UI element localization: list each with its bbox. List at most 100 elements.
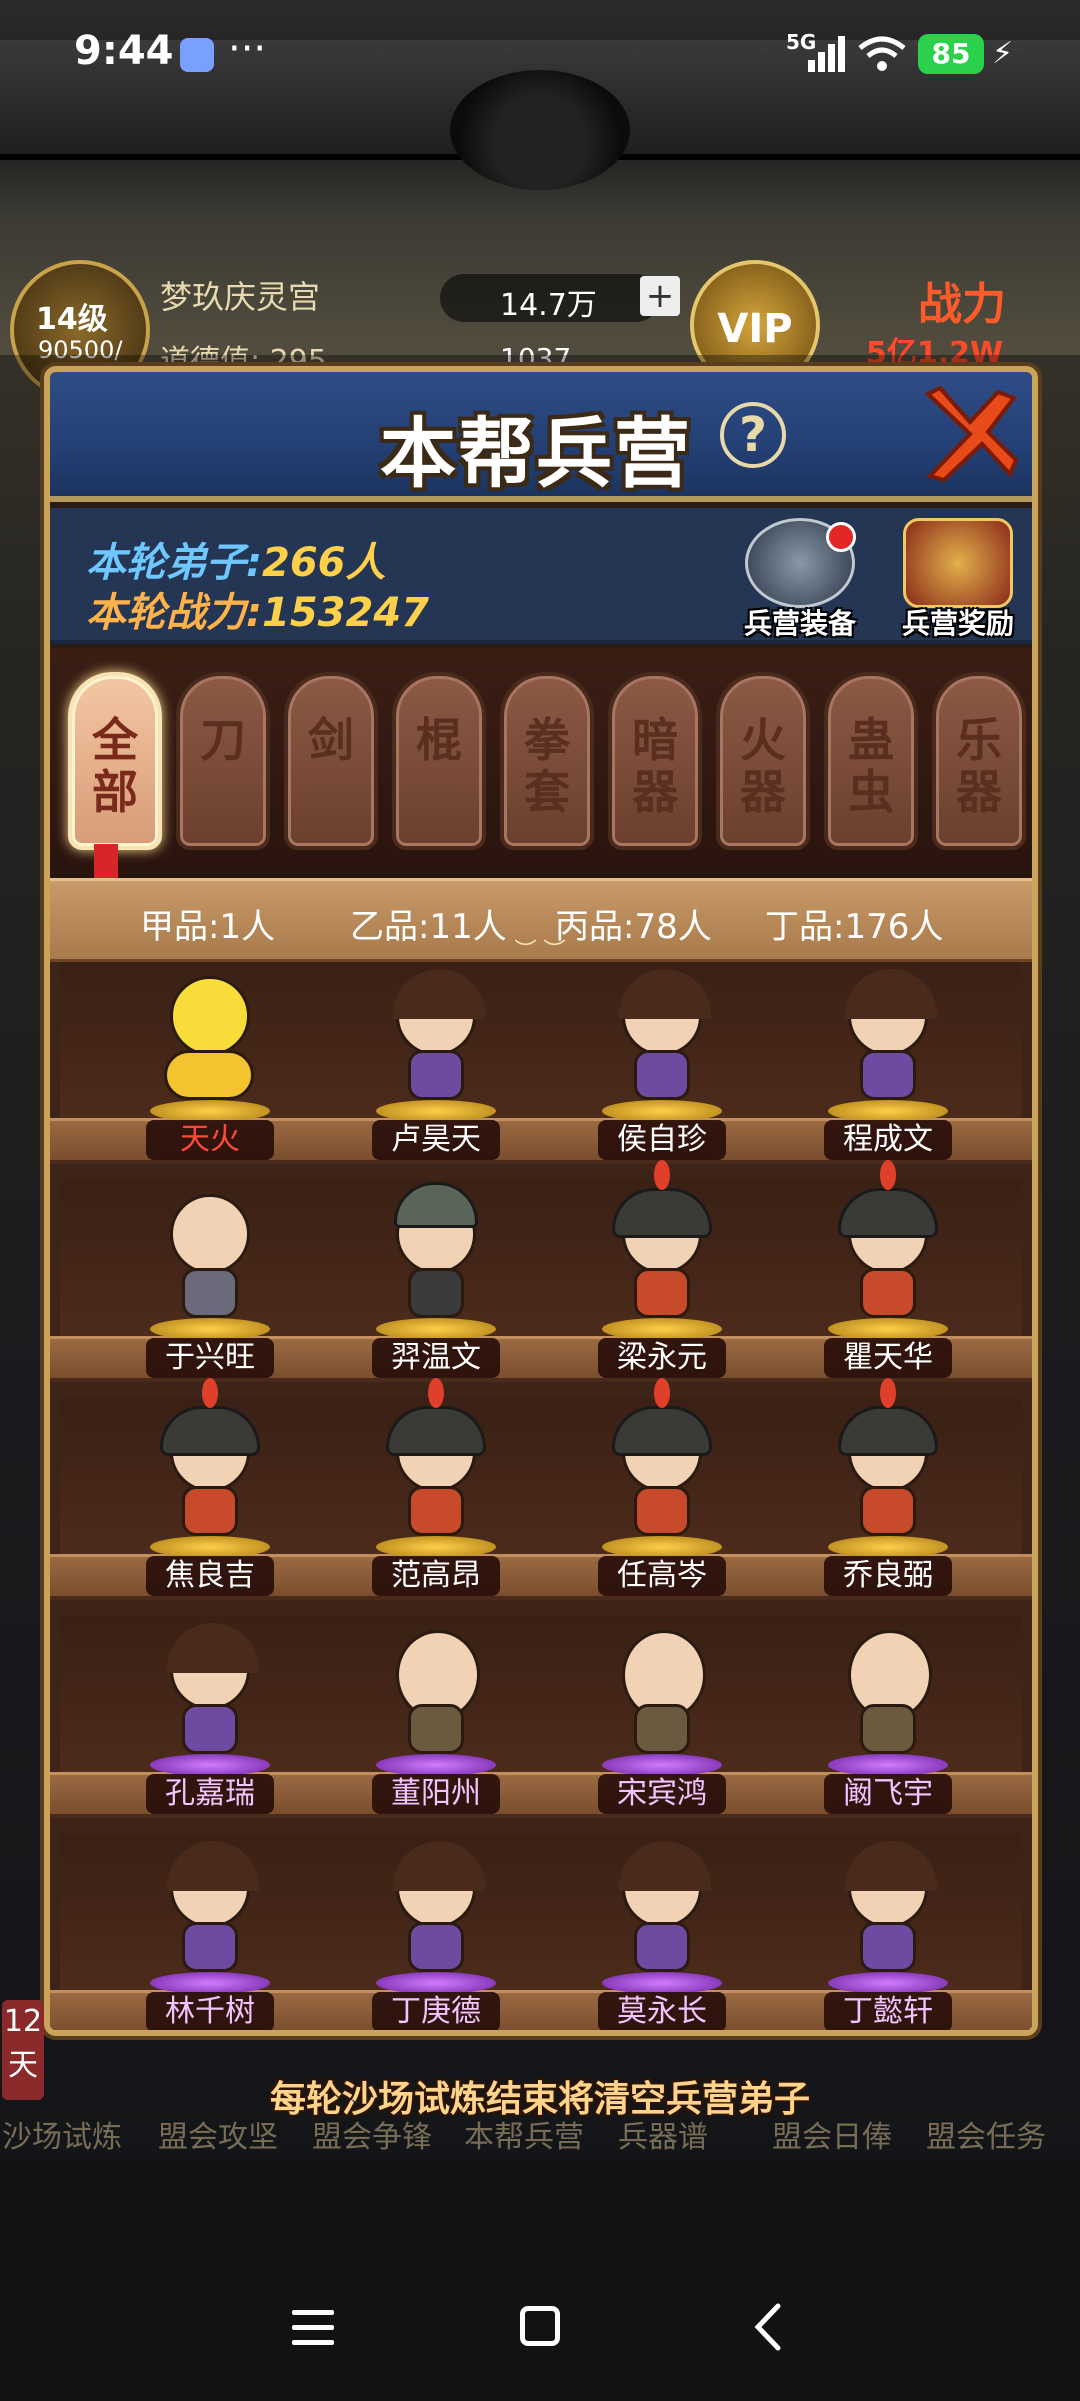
disciple-name: 莫永长 [598, 1992, 726, 2030]
modal-header: 本帮兵营 ? [50, 372, 1032, 502]
disciple-card[interactable]: 宋宾鸿 [562, 1616, 762, 1826]
round-info-bar: 本轮弟子:266人 本轮战力:153247 兵营装备 兵营奖励 [50, 508, 1032, 644]
disciple-card[interactable]: 莫永长 [562, 1834, 762, 2030]
disciple-card[interactable]: 林千树 [110, 1834, 310, 2030]
battery-indicator: 85 [918, 34, 984, 74]
shelf-row: 于兴旺 羿温文 梁永元 瞿天华 [50, 1160, 1032, 1398]
disciple-shelves: 天火 卢昊天 侯自珍 程成文 于兴旺 羿温文 梁永元 瞿天华 焦良吉 范高昂 任… [50, 962, 1032, 2030]
help-button[interactable]: ? [720, 402, 786, 468]
status-bar: 9:44 ··· 5G 85 ⚡ [0, 0, 1080, 110]
disciple-card[interactable]: 羿温文 [336, 1180, 536, 1390]
more-notifications-icon: ··· [228, 26, 267, 72]
disciple-card[interactable]: 侯自珍 [562, 962, 762, 1172]
collapse-ornament-icon[interactable]: ︶ ︶ [490, 941, 590, 963]
disciple-name: 董阳州 [372, 1774, 500, 1814]
disciple-name: 乔良弼 [824, 1556, 952, 1596]
swordsman-avatar [386, 969, 486, 1100]
power-label: 战力 [918, 279, 1006, 330]
barracks-modal: 本帮兵营 ? 本轮弟子:266人 本轮战力:153247 兵营装备 兵营奖励 全… [44, 366, 1038, 2036]
disciple-card[interactable]: 丁懿轩 [788, 1834, 988, 2030]
disciple-card[interactable]: 孔嘉瑞 [110, 1616, 310, 1826]
disciple-card[interactable]: 焦良吉 [110, 1378, 310, 1608]
disciple-name: 羿温文 [372, 1338, 500, 1378]
disciple-card[interactable]: 天火 [110, 962, 310, 1172]
back-icon[interactable] [752, 2302, 782, 2352]
disciple-name: 瞿天华 [824, 1338, 952, 1378]
disciple-card[interactable]: 任高岑 [562, 1378, 762, 1608]
tab-hidden-weapon[interactable]: 暗器 [608, 672, 702, 850]
disciple-name: 程成文 [824, 1120, 952, 1160]
disciple-name: 林千树 [146, 1992, 274, 2030]
monk-avatar [612, 1624, 712, 1754]
tab-blade[interactable]: 刀 [176, 672, 270, 850]
swordsman-avatar [838, 1841, 938, 1972]
modal-title: 本帮兵营 [380, 409, 692, 498]
round-power-value: 153247 [262, 590, 429, 636]
wifi-icon [858, 36, 906, 71]
swordsman-avatar [838, 969, 938, 1100]
masked-ninja-avatar [160, 1188, 260, 1318]
disciple-name: 侯自珍 [598, 1120, 726, 1160]
shelf-row: 孔嘉瑞 董阳州 宋宾鸿 阚飞宇 [50, 1616, 1032, 1834]
app-notification-icon [180, 38, 214, 72]
disciple-card[interactable]: 乔良弼 [788, 1378, 988, 1608]
helmet-soldier-avatar [386, 1182, 486, 1318]
disciple-card[interactable]: 阚飞宇 [788, 1616, 988, 1826]
status-time: 9:44 [74, 28, 174, 74]
disciple-name: 焦良吉 [146, 1556, 274, 1596]
barracks-reset-notice: 每轮沙场试炼结束将清空兵营弟子 [269, 2079, 810, 2120]
swordsman-avatar [612, 969, 712, 1100]
player-hud: 14级 90500/ 梦玖庆灵宫 道德值: 295 14.7万 + 1037 V… [0, 250, 1080, 400]
barracks-reward-button[interactable]: 兵营奖励 [888, 518, 1028, 642]
swordsman-avatar [160, 1841, 260, 1972]
disciple-card[interactable]: 于兴旺 [110, 1180, 310, 1390]
rifleman-avatar [838, 1378, 938, 1536]
disciple-card[interactable]: 程成文 [788, 962, 988, 1172]
round-power-label: 本轮战力: [86, 590, 262, 636]
rifleman-avatar [612, 1160, 712, 1318]
tab-gauntlet[interactable]: 拳套 [500, 672, 594, 850]
tab-all[interactable]: 全部 [68, 672, 162, 850]
rifleman-avatar [838, 1160, 938, 1318]
treasure-chest-icon [903, 518, 1013, 608]
disciple-name: 卢昊天 [372, 1120, 500, 1160]
level-text: 14级 [36, 302, 108, 337]
recent-apps-icon[interactable] [292, 2310, 334, 2346]
swordsman-avatar [612, 1841, 712, 1972]
disciple-card[interactable]: 董阳州 [336, 1616, 536, 1826]
disciple-card[interactable]: 梁永元 [562, 1160, 762, 1390]
shelf-row: 林千树 丁庚德 莫永长 丁懿轩 [50, 1834, 1032, 2030]
rifleman-avatar [160, 1378, 260, 1536]
tab-staff[interactable]: 棍 [392, 672, 486, 850]
home-icon[interactable] [520, 2306, 560, 2346]
disciple-name: 阚飞宇 [824, 1774, 952, 1814]
system-nav-bar [0, 2160, 1080, 2401]
disciple-name: 天火 [146, 1120, 274, 1160]
grade-summary: 甲品:1人 乙品:11人 丙品:78人 丁品:176人 ︶ ︶ [50, 878, 1032, 963]
power-row: 本轮战力:153247 [86, 580, 429, 638]
disciple-name: 丁庚德 [372, 1992, 500, 2030]
shelf-row: 焦良吉 范高昂 任高岑 乔良弼 [50, 1378, 1032, 1616]
silver-amount: 14.7万 [500, 288, 597, 323]
rifleman-avatar [386, 1378, 486, 1536]
disciple-card[interactable]: 瞿天华 [788, 1160, 988, 1390]
disciple-card[interactable]: 丁庚德 [336, 1834, 536, 2030]
add-silver-button[interactable]: + [640, 276, 680, 316]
disciple-card[interactable]: 范高昂 [336, 1378, 536, 1608]
tab-gu-insect[interactable]: 蛊虫 [824, 672, 918, 850]
close-icon[interactable] [910, 384, 1020, 484]
monk-avatar [386, 1624, 486, 1754]
grade-b: 乙品:11人 [350, 907, 507, 947]
reward-label: 兵营奖励 [901, 607, 1014, 640]
disciple-name: 范高昂 [372, 1556, 500, 1596]
disciple-name: 孔嘉瑞 [146, 1774, 274, 1814]
monk-avatar [838, 1624, 938, 1754]
tab-instrument[interactable]: 乐器 [932, 672, 1026, 850]
fox-avatar [160, 970, 260, 1100]
bolt-icon: ⚡ [992, 36, 1014, 71]
disciple-name: 梁永元 [598, 1338, 726, 1378]
disciple-card[interactable]: 卢昊天 [336, 962, 536, 1172]
signal-icon [808, 36, 845, 72]
tab-firearm[interactable]: 火器 [716, 672, 810, 850]
tab-sword[interactable]: 剑 [284, 672, 378, 850]
